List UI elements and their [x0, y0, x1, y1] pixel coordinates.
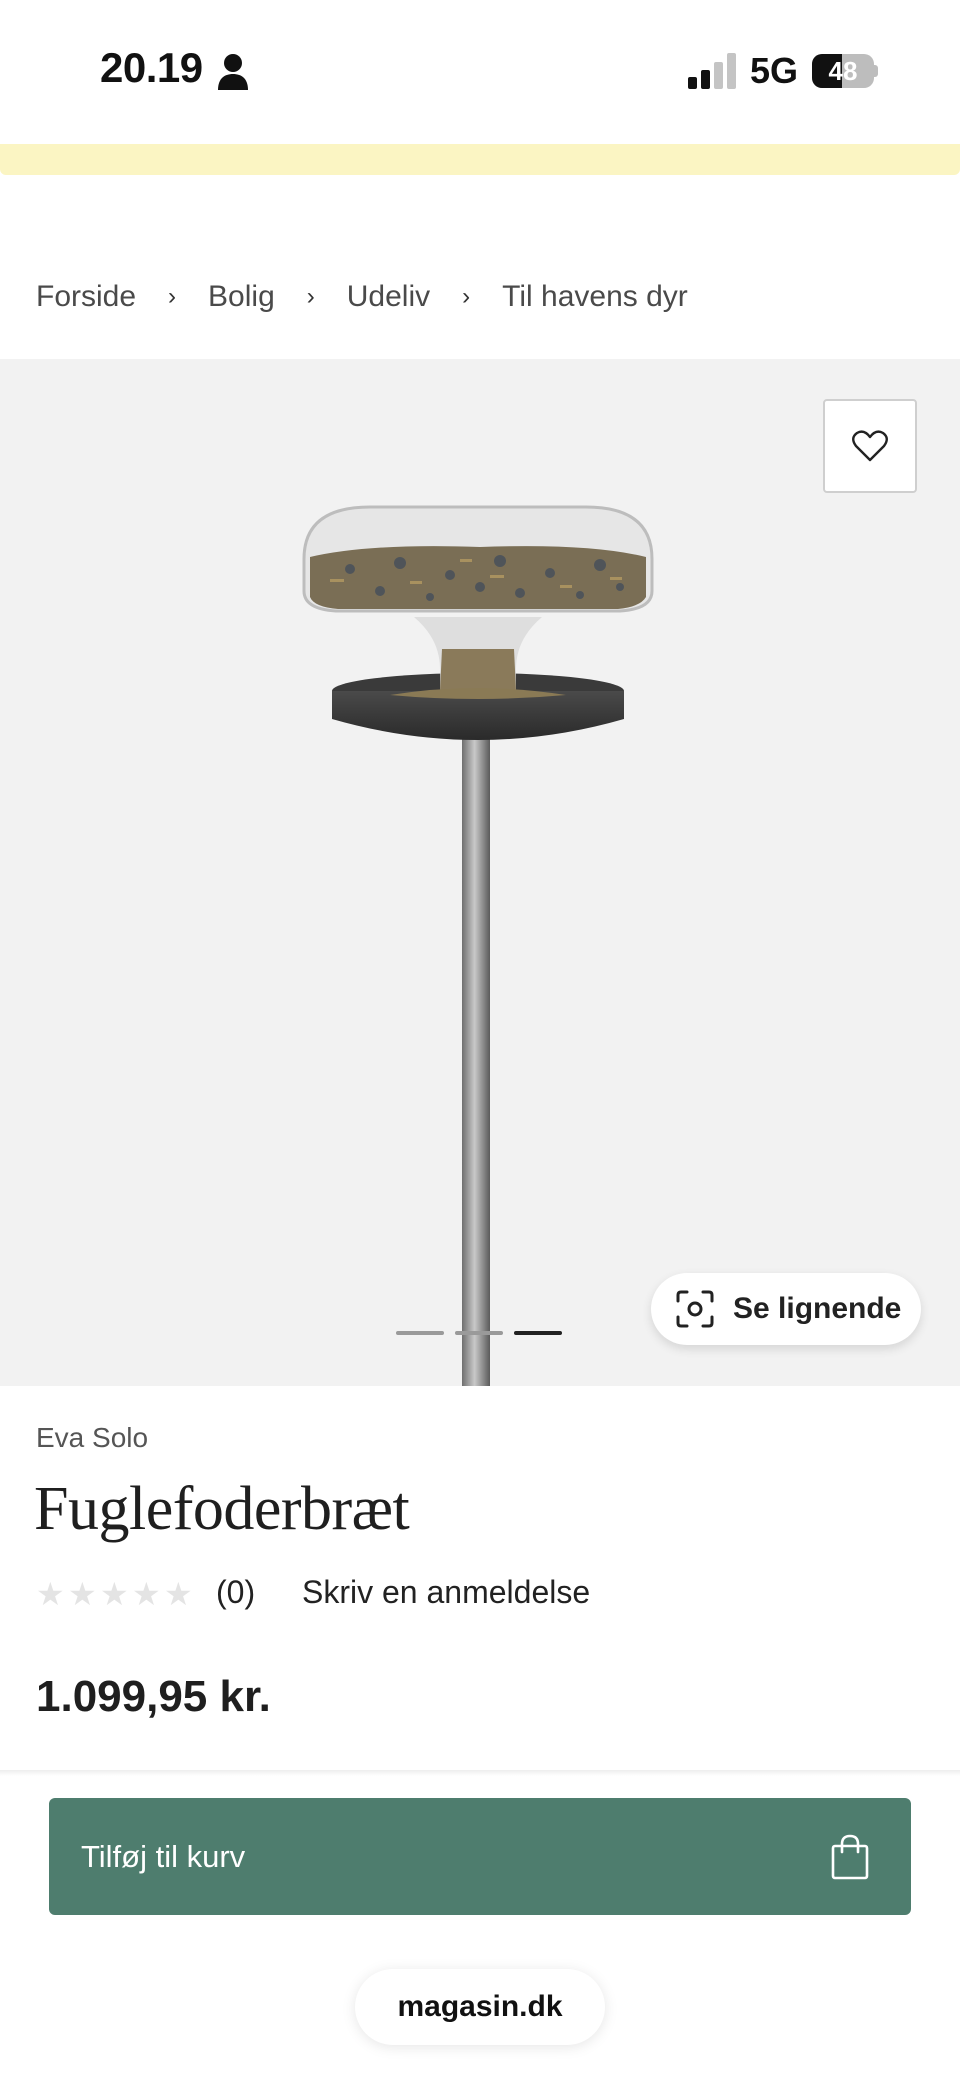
rating-stars: ★ ★ ★ ★ ★: [36, 1576, 196, 1612]
person-icon: [218, 54, 248, 90]
battery-level: 48: [828, 56, 858, 86]
write-review-link[interactable]: Skriv en anmeldelse: [302, 1574, 590, 1611]
chevron-right-icon: ›: [462, 283, 471, 310]
status-bar: 20.19 5G 48: [0, 0, 960, 140]
star-icon: ★: [132, 1576, 161, 1612]
star-icon: ★: [68, 1576, 97, 1612]
carousel-dot[interactable]: [396, 1331, 444, 1335]
see-similar-button[interactable]: Se lignende: [651, 1273, 921, 1345]
breadcrumb-item-forside[interactable]: Forside: [36, 280, 136, 314]
wishlist-button[interactable]: [823, 399, 917, 493]
breadcrumb-item-til-havens-dyr[interactable]: Til havens dyr: [502, 280, 688, 314]
divider: [0, 1770, 960, 1776]
carousel-dot[interactable]: [455, 1331, 503, 1335]
chevron-right-icon: ›: [306, 283, 315, 310]
network-type: 5G: [750, 50, 799, 91]
product-title: Fuglefoderbræt: [34, 1475, 410, 1543]
add-to-cart-button[interactable]: Tilføj til kurv: [49, 1798, 911, 1915]
battery-icon: 48: [812, 54, 878, 88]
breadcrumb-item-udeliv[interactable]: Udeliv: [347, 280, 430, 314]
product-brand[interactable]: Eva Solo: [36, 1422, 148, 1454]
star-icon: ★: [100, 1576, 129, 1612]
chevron-right-icon: ›: [168, 283, 177, 310]
see-similar-label: Se lignende: [733, 1292, 902, 1325]
review-count: (0): [216, 1574, 256, 1610]
promo-banner[interactable]: [0, 144, 960, 175]
url-text: magasin.dk: [397, 1990, 563, 2023]
status-time: 20.19: [100, 44, 203, 91]
visual-search-icon: [676, 1290, 714, 1328]
shopping-bag-icon: [831, 1834, 869, 1879]
star-icon: ★: [164, 1576, 193, 1612]
breadcrumb-item-bolig[interactable]: Bolig: [208, 280, 275, 314]
add-to-cart-label: Tilføj til kurv: [81, 1838, 246, 1874]
carousel-indicator: [396, 1331, 573, 1335]
carousel-dot-active[interactable]: [514, 1331, 562, 1335]
product-price: 1.099,95 kr.: [36, 1672, 271, 1721]
address-bar[interactable]: magasin.dk: [355, 1969, 605, 2045]
product-gallery[interactable]: Se lignende: [0, 359, 960, 1386]
breadcrumb: Forside › Bolig › Udeliv › Til havens dy…: [36, 274, 688, 320]
star-icon: ★: [36, 1576, 65, 1612]
cellular-signal-icon: [688, 53, 736, 89]
heart-icon: [852, 430, 888, 462]
product-image[interactable]: [290, 499, 670, 1386]
